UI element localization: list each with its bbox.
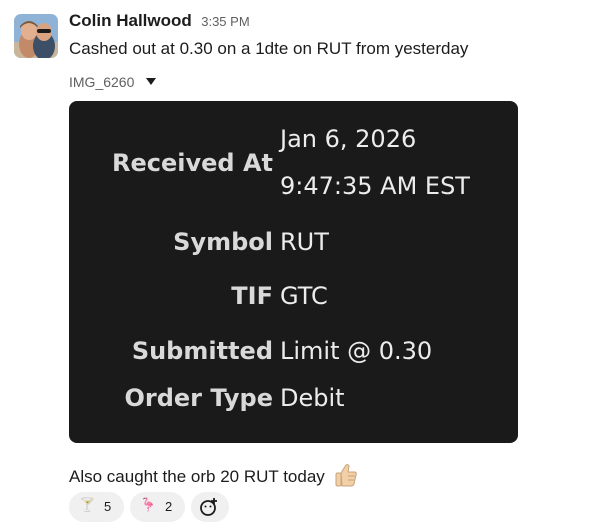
label-symbol: Symbol <box>173 228 273 256</box>
add-reaction-button[interactable] <box>191 492 229 522</box>
author-name[interactable]: Colin Hallwood <box>69 11 192 30</box>
attachment-image[interactable]: Received At Jan 6, 2026 9:47:35 AM EST S… <box>69 101 518 443</box>
followup-text: Also caught the orb 20 RUT today <box>69 467 325 486</box>
reaction-flamingo[interactable]: 🦩 2 <box>130 492 185 522</box>
thumbs-up-icon <box>333 462 359 493</box>
attachment-file-toggle[interactable]: IMG_6260 <box>69 74 157 90</box>
message-text: Cashed out at 0.30 on a 1dte on RUT from… <box>69 39 469 58</box>
value-tif: GTC <box>280 282 328 310</box>
attachment-file-name: IMG_6260 <box>69 74 135 90</box>
value-symbol: RUT <box>280 228 329 256</box>
reaction-count: 2 <box>165 499 173 514</box>
label-tif: TIF <box>231 282 273 310</box>
avatar[interactable] <box>14 14 58 58</box>
value-order-type: Debit <box>280 384 345 412</box>
value-received-date: Jan 6, 2026 <box>280 125 417 153</box>
label-order-type: Order Type <box>124 384 273 412</box>
message-timestamp[interactable]: 3:35 PM <box>201 14 249 29</box>
reaction-cocktail[interactable]: 🍸 5 <box>69 492 124 522</box>
label-submitted: Submitted <box>131 337 273 365</box>
reaction-count: 5 <box>104 499 112 514</box>
message-header: Colin Hallwood 3:35 PM <box>69 11 250 31</box>
followup-message: Also caught the orb 20 RUT today <box>69 462 359 493</box>
add-emoji-icon <box>200 498 217 516</box>
value-received-time: 9:47:35 AM EST <box>280 172 470 200</box>
value-submitted: Limit @ 0.30 <box>280 337 433 365</box>
caret-down-icon <box>146 78 157 85</box>
label-received-at: Received At <box>112 149 273 177</box>
